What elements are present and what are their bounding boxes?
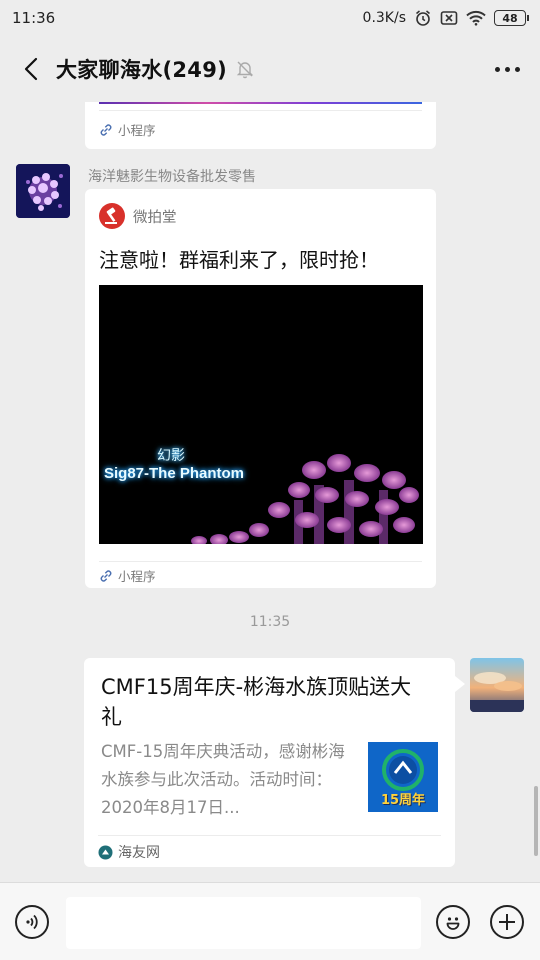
mini-program-label: 小程序	[118, 123, 156, 138]
mini-program-text: 注意啦！群福利来了，限时抢！	[99, 248, 379, 272]
scrollbar[interactable]	[534, 786, 538, 856]
emoji-icon	[446, 917, 460, 930]
link-card-title: CMF15周年庆-彬海水族顶贴送大礼	[101, 675, 412, 729]
thumb-text: 15周年	[380, 793, 426, 808]
mute-bell-icon	[235, 59, 255, 79]
image-caption-en: Sig87-The Phantom	[104, 465, 245, 482]
mini-program-image: 幻影 Sig87-The Phantom	[99, 285, 423, 544]
chat-header: 大家聊海水(249)	[0, 36, 540, 102]
bubble-tail	[455, 676, 465, 692]
mini-program-footer: 小程序	[99, 110, 422, 148]
haiyou-logo-icon	[98, 845, 113, 859]
link-icon	[100, 123, 112, 136]
alarm-icon	[416, 10, 430, 26]
back-icon	[24, 57, 38, 81]
link-card-footer: 海友网	[98, 835, 441, 868]
link-card[interactable]: CMF15周年庆-彬海水族顶贴送大礼 CMF-15周年庆典活动，感谢彬海水族参与…	[84, 658, 455, 867]
input-bar	[0, 882, 540, 960]
message-input[interactable]	[66, 897, 421, 949]
app-name: 微拍堂	[133, 209, 177, 226]
more-button[interactable]	[491, 57, 524, 82]
link-card-description: CMF-15周年庆典活动，感谢彬海水族参与此次活动。活动时间：2020年8月17…	[101, 742, 345, 817]
link-card-source: 海友网	[118, 845, 160, 861]
back-button[interactable]	[16, 49, 46, 89]
voice-icon	[26, 914, 38, 930]
status-icons: 0.3K/s 48	[362, 9, 529, 27]
battery-icon: 48	[494, 10, 529, 26]
sender-avatar[interactable]	[16, 164, 70, 218]
sender-name: 海洋魅影生物设备批发零售	[88, 169, 256, 185]
net-speed: 0.3K/s	[362, 10, 406, 26]
time-separator: 11:35	[249, 614, 291, 630]
sim-off-icon	[440, 11, 458, 25]
plus-button[interactable]	[490, 905, 524, 939]
chat-area[interactable]: 小程序 海洋魅影生物设备批发零售 微拍堂 注意啦！群福利来了，限时抢！ 幻影 S…	[0, 102, 540, 882]
coral-image	[191, 454, 419, 544]
plus-icon	[499, 914, 515, 930]
mini-program-label: 小程序	[118, 569, 156, 584]
link-card-thumbnail: 15周年	[368, 742, 438, 812]
status-bar: 11:36 0.3K/s 48	[0, 0, 540, 36]
wifi-icon	[466, 10, 486, 26]
mini-program-footer: 小程序	[99, 561, 422, 589]
mini-program-image-partial	[99, 102, 422, 104]
emoji-button[interactable]	[436, 905, 470, 939]
more-icon	[495, 66, 500, 72]
self-avatar[interactable]	[470, 658, 524, 712]
chat-title[interactable]: 大家聊海水(249)	[56, 54, 227, 84]
image-caption-cn: 幻影	[157, 448, 185, 464]
mini-program-card-partial[interactable]: 小程序	[85, 102, 436, 149]
status-time: 11:36	[12, 9, 56, 27]
mini-program-card[interactable]: 微拍堂 注意啦！群福利来了，限时抢！ 幻影 Sig87-The Phantom …	[85, 189, 436, 588]
weipaitang-logo-icon	[99, 203, 125, 229]
voice-button[interactable]	[15, 905, 49, 939]
link-icon	[100, 569, 112, 582]
mini-program-header: 微拍堂	[99, 203, 177, 229]
